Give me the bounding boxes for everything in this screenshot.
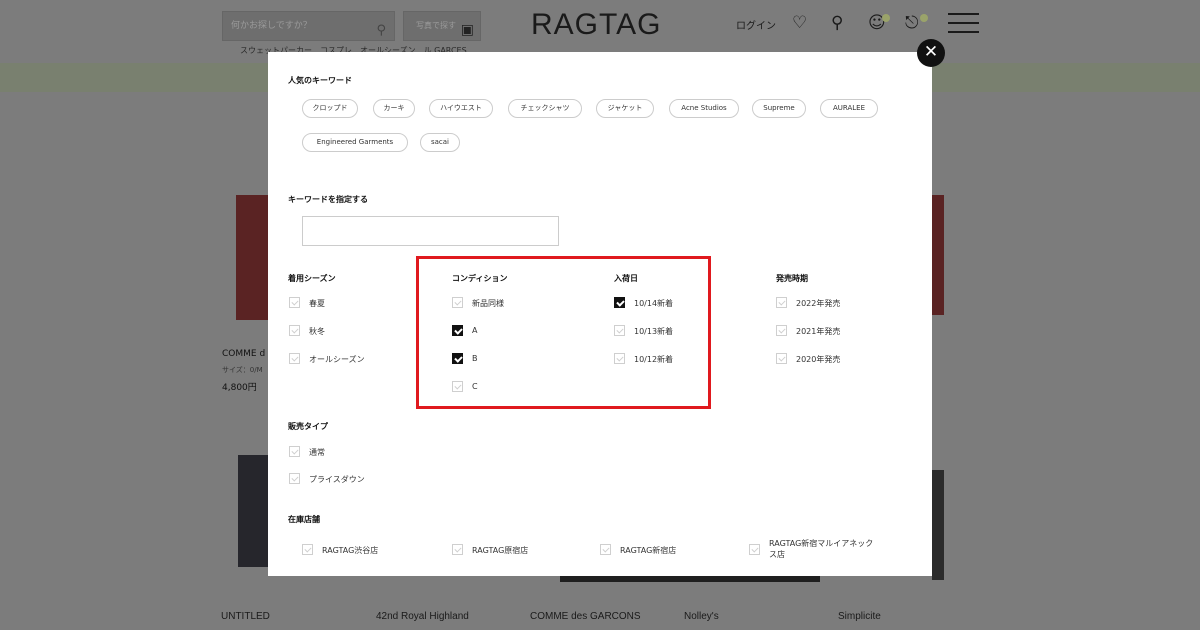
keyword-input[interactable] (302, 216, 559, 246)
product-image (932, 470, 944, 580)
product-brand[interactable]: Simplicite (838, 611, 881, 622)
product-brand[interactable]: 42nd Royal Highland (376, 611, 469, 622)
season-title: 着用シーズン (288, 274, 336, 283)
keyword-chip[interactable]: Engineered Garments (302, 133, 408, 152)
season-checkbox[interactable] (289, 353, 300, 364)
release-period-title: 発売時期 (776, 274, 808, 283)
season-option-label: 秋冬 (309, 327, 325, 336)
hamburger-menu-icon[interactable] (948, 13, 979, 35)
site-logo[interactable]: RAGTAG (531, 8, 661, 42)
product-image (236, 195, 268, 320)
camera-icon: ▣ (460, 22, 474, 38)
season-option-label: 春夏 (309, 299, 325, 308)
product-brand: COMME d (222, 349, 266, 359)
keyword-chip[interactable]: チェックシャツ (508, 99, 582, 118)
sale-type-title: 販売タイプ (288, 422, 328, 431)
season-checkbox[interactable] (289, 297, 300, 308)
keyword-chip[interactable]: Supreme (752, 99, 806, 118)
sale-type-option-label: プライスダウン (309, 475, 365, 484)
release-option-label: 2022年発売 (796, 299, 841, 308)
product-brand[interactable]: Nolley's (684, 611, 719, 622)
search-icon[interactable]: ⚲ (831, 13, 843, 33)
sale-type-checkbox[interactable] (289, 473, 300, 484)
keyword-chip[interactable]: ジャケット (596, 99, 654, 118)
store-checkbox[interactable] (749, 544, 760, 555)
product-price: 4,800円 (222, 383, 257, 393)
cart-icon[interactable]: ⎋ (905, 13, 918, 33)
product-size: サイズ：0/M (222, 366, 263, 374)
keyword-chip[interactable]: Acne Studios (669, 99, 739, 118)
keyword-chip[interactable]: カーキ (373, 99, 415, 118)
season-option-label: オールシーズン (309, 355, 365, 364)
season-checkbox[interactable] (289, 325, 300, 336)
close-modal-button[interactable]: ✕ (917, 39, 945, 67)
heart-icon[interactable]: ♡ (792, 13, 807, 33)
stores-title: 在庫店舗 (288, 515, 320, 524)
keyword-input-title: キーワードを指定する (288, 195, 368, 204)
notification-badge (882, 14, 890, 22)
release-checkbox[interactable] (776, 353, 787, 364)
keyword-chip[interactable]: クロップド (302, 99, 358, 118)
highlight-box (416, 256, 711, 409)
store-checkbox[interactable] (302, 544, 313, 555)
keyword-chip[interactable]: sacai (420, 133, 460, 152)
release-option-label: 2021年発売 (796, 327, 841, 336)
header-search-input[interactable]: 何かお探しですか？ ⚲ (222, 11, 395, 41)
product-brand[interactable]: UNTITLED (221, 611, 270, 622)
login-link[interactable]: ログイン (736, 17, 776, 32)
store-checkbox[interactable] (600, 544, 611, 555)
close-icon: ✕ (923, 42, 939, 62)
product-brand[interactable]: COMME des GARCONS (530, 611, 641, 622)
release-checkbox[interactable] (776, 325, 787, 336)
product-image (238, 455, 268, 567)
store-option-label: RAGTAG新宿店 (620, 546, 677, 555)
store-option-label: RAGTAG新宿マルイアネックス店 (769, 539, 874, 558)
product-image (932, 195, 944, 315)
store-option-label: RAGTAG原宿店 (472, 546, 529, 555)
keyword-chip[interactable]: ハイウエスト (429, 99, 493, 118)
release-option-label: 2020年発売 (796, 355, 841, 364)
keyword-chip[interactable]: AURALEE (820, 99, 878, 118)
search-icon[interactable]: ⚲ (376, 17, 386, 45)
store-option-label: RAGTAG渋谷店 (322, 546, 379, 555)
cart-badge (920, 14, 928, 22)
release-checkbox[interactable] (776, 297, 787, 308)
sale-type-option-label: 通常 (309, 448, 325, 457)
popular-keywords-title: 人気のキーワード (288, 76, 352, 85)
photo-search-button[interactable]: 写真で探す ▣ (403, 11, 481, 41)
sale-type-checkbox[interactable] (289, 446, 300, 457)
store-checkbox[interactable] (452, 544, 463, 555)
